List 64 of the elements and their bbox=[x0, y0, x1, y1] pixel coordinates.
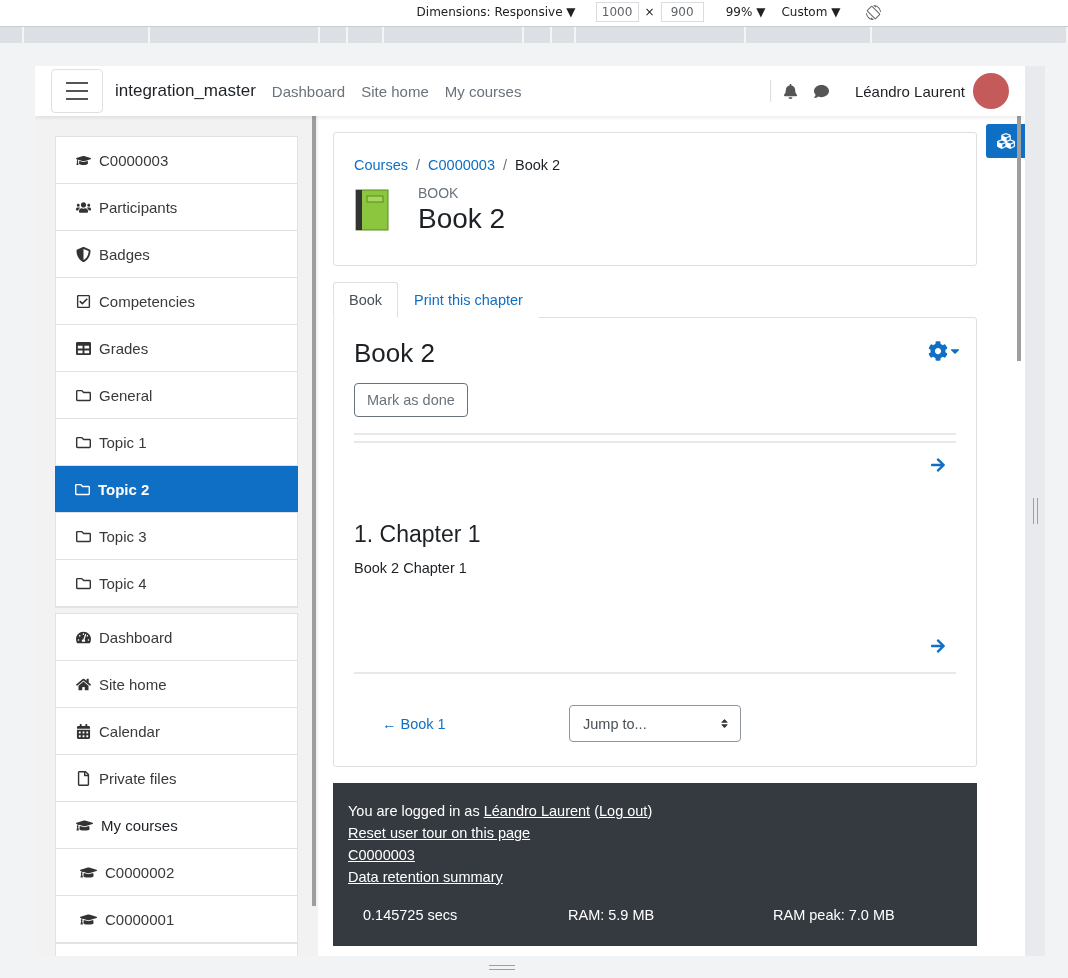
chapter-title: 1. Chapter 1 bbox=[354, 521, 482, 548]
breadcrumb-separator: / bbox=[416, 157, 421, 173]
cubes-icon bbox=[996, 132, 1015, 150]
shield-icon bbox=[76, 246, 91, 262]
file-icon bbox=[76, 770, 91, 786]
tab[interactable]: Book bbox=[333, 282, 399, 318]
site-name[interactable]: integration_master bbox=[115, 81, 256, 101]
user-link[interactable]: Léandro Laurent bbox=[483, 803, 591, 819]
breadcrumb-link[interactable]: C0000003 bbox=[428, 157, 495, 173]
chapter-text: Book 2 Chapter 1 bbox=[354, 560, 468, 576]
next-arrow-icon[interactable] bbox=[930, 457, 946, 473]
calendar-icon bbox=[76, 723, 91, 739]
times-sign: × bbox=[644, 5, 655, 19]
page-title: Book 2 bbox=[418, 203, 506, 235]
jump-to-select[interactable]: Jump to... bbox=[569, 705, 741, 742]
throttle-dropdown[interactable]: Custom ▼ bbox=[781, 5, 841, 19]
menu-button[interactable] bbox=[51, 69, 103, 113]
performance-stat: RAM peak: 7.0 MB bbox=[773, 906, 896, 925]
avatar[interactable] bbox=[973, 73, 1009, 109]
footer-link[interactable]: Data retention summary bbox=[348, 866, 503, 888]
chat-icon[interactable] bbox=[813, 83, 829, 99]
sort-caret-icon bbox=[719, 718, 730, 729]
checkbox-icon bbox=[76, 293, 91, 309]
footer-link[interactable]: C0000003 bbox=[348, 844, 415, 866]
breadcrumb-link[interactable]: Courses bbox=[354, 157, 408, 173]
login-info: You are logged in as Léandro Laurent (Log out) bbox=[348, 802, 654, 821]
users-icon bbox=[76, 199, 91, 215]
performance-stat: 0.145725 secs bbox=[363, 906, 459, 925]
folder-icon bbox=[76, 528, 91, 544]
book-title: Book 2 bbox=[354, 338, 435, 369]
resize-handle[interactable] bbox=[1025, 66, 1045, 956]
scrollbar[interactable] bbox=[312, 116, 316, 906]
width-field[interactable]: 1000 bbox=[595, 2, 639, 22]
scrollbar[interactable] bbox=[1017, 116, 1021, 361]
footer-link[interactable]: Reset user tour on this page bbox=[348, 822, 531, 844]
settings-menu-button[interactable] bbox=[928, 338, 962, 364]
user-name[interactable]: Léandro Laurent bbox=[854, 82, 965, 100]
breadcrumb-separator: / bbox=[502, 157, 507, 173]
module-type: BOOK bbox=[418, 185, 460, 201]
nav-link[interactable]: Dashboard bbox=[271, 82, 346, 100]
dimensions-label[interactable]: Dimensions: Responsive ▼ bbox=[416, 5, 576, 19]
rotate-icon[interactable] bbox=[866, 4, 882, 20]
logout-link[interactable]: Log out bbox=[599, 803, 648, 819]
home-icon bbox=[76, 676, 91, 692]
mark-as-done-button[interactable]: Mark as done bbox=[354, 383, 468, 417]
blocks-button[interactable] bbox=[986, 124, 1025, 158]
previous-link[interactable]: ← Book 1 bbox=[382, 715, 569, 732]
folder-icon bbox=[75, 481, 90, 497]
table-icon bbox=[76, 340, 91, 356]
folder-icon bbox=[76, 575, 91, 591]
performance-stat: RAM: 5.9 MB bbox=[568, 906, 656, 925]
sidebar-item[interactable]: Topic 2 bbox=[55, 466, 298, 513]
nav-link[interactable]: My courses bbox=[444, 82, 522, 100]
next-arrow-icon[interactable] bbox=[930, 638, 946, 654]
book-icon bbox=[354, 188, 390, 232]
bell-icon[interactable] bbox=[782, 83, 798, 99]
nav-link[interactable]: Site home bbox=[361, 82, 429, 100]
breadcrumb-current: Book 2 bbox=[515, 157, 561, 173]
folder-icon bbox=[76, 434, 91, 450]
gauge-icon bbox=[76, 629, 91, 645]
height-field[interactable]: 900 bbox=[660, 2, 704, 22]
settings-icon bbox=[928, 341, 948, 361]
zoom-dropdown[interactable]: 99% ▼ bbox=[725, 5, 766, 19]
folder-icon bbox=[76, 387, 91, 403]
